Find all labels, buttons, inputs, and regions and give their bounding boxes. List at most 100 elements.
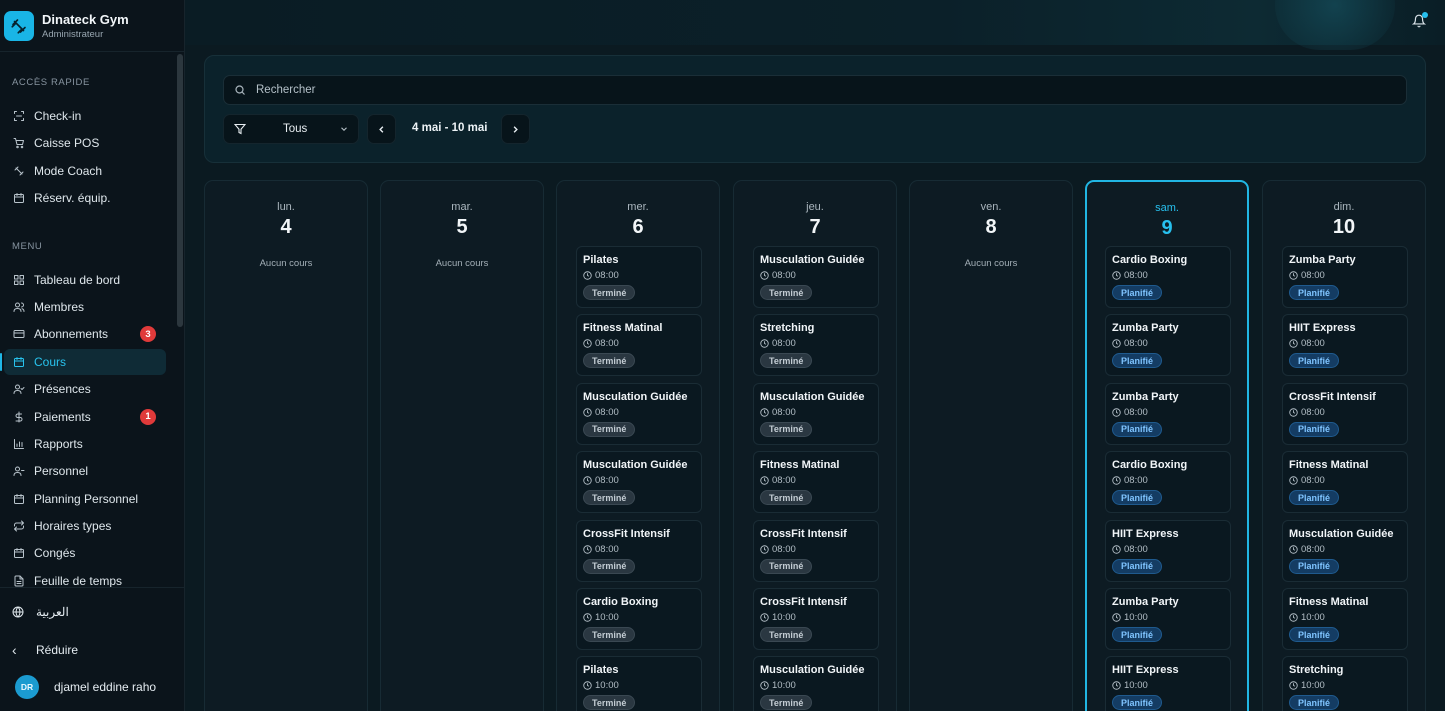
notification-dot bbox=[1422, 12, 1428, 18]
course-card[interactable]: Stretching 08:00 Terminé bbox=[753, 314, 879, 377]
search-icon bbox=[235, 85, 245, 95]
course-time: 08:00 bbox=[760, 338, 796, 349]
status-badge: Terminé bbox=[583, 353, 636, 369]
status-badge: Planifié bbox=[1289, 490, 1340, 506]
course-card[interactable]: CrossFit Intensif 08:00 Planifié bbox=[1282, 382, 1408, 445]
status-badge: Terminé bbox=[760, 490, 813, 506]
language-label: العربية bbox=[36, 605, 69, 619]
user-profile[interactable]: DR djamel eddine raho bbox=[15, 675, 156, 699]
quick-access-label: ACCÈS RAPIDE bbox=[12, 77, 90, 88]
course-card[interactable]: CrossFit Intensif 08:00 Terminé bbox=[753, 519, 879, 582]
sidebar-item-mode-coach[interactable]: Mode Coach bbox=[4, 158, 166, 184]
course-time: 08:00 bbox=[1289, 407, 1325, 418]
bar-chart-icon bbox=[12, 437, 25, 450]
clock-icon bbox=[583, 271, 595, 280]
course-card[interactable]: Cardio Boxing 08:00 Planifié bbox=[1105, 246, 1231, 308]
course-time-value: 10:00 bbox=[1124, 680, 1148, 692]
course-time-value: 08:00 bbox=[772, 475, 796, 487]
course-time: 10:00 bbox=[583, 612, 619, 623]
course-title: Fitness Matinal bbox=[583, 322, 663, 335]
sidebar-scrollbar[interactable] bbox=[177, 54, 183, 327]
course-time-value: 10:00 bbox=[772, 612, 796, 623]
course-title: Fitness Matinal bbox=[760, 459, 840, 472]
day-number: 8 bbox=[985, 216, 997, 238]
sidebar-item-abonnements[interactable]: Abonnements 3 bbox=[4, 321, 166, 347]
course-card[interactable]: Zumba Party 10:00 Planifié bbox=[1105, 588, 1231, 650]
clock-icon bbox=[583, 613, 595, 622]
course-time: 08:00 bbox=[1112, 475, 1148, 486]
language-switch[interactable]: العربية bbox=[12, 605, 69, 619]
course-card[interactable]: HIIT Express 08:00 Planifié bbox=[1105, 519, 1231, 582]
course-card[interactable]: Stretching 10:00 Planifié bbox=[1282, 656, 1408, 711]
course-card[interactable]: HIIT Express 08:00 Planifié bbox=[1282, 314, 1408, 377]
day-number: 6 bbox=[632, 216, 644, 238]
sidebar-item-conges[interactable]: Congés bbox=[4, 540, 166, 566]
sidebar-item-label: Congés bbox=[34, 546, 76, 561]
course-card[interactable]: CrossFit Intensif 10:00 Terminé bbox=[753, 588, 879, 650]
course-card[interactable]: Pilates 08:00 Terminé bbox=[576, 246, 702, 308]
sidebar-item-label: Paiements bbox=[34, 409, 91, 424]
sidebar-item-feuille-de-temps[interactable]: Feuille de temps bbox=[4, 568, 166, 587]
no-classes-text: Aucun cours bbox=[964, 258, 1018, 269]
course-card[interactable]: Cardio Boxing 08:00 Planifié bbox=[1105, 451, 1231, 514]
users-icon bbox=[12, 300, 25, 313]
sidebar-item-cours[interactable]: Cours bbox=[0, 348, 166, 375]
course-title: HIIT Express bbox=[1289, 322, 1356, 335]
course-time-value: 08:00 bbox=[1301, 475, 1325, 487]
clock-icon bbox=[1112, 339, 1124, 349]
course-card[interactable]: Musculation Guidée 08:00 Terminé bbox=[576, 451, 702, 514]
course-card[interactable]: Zumba Party 08:00 Planifié bbox=[1282, 246, 1408, 308]
collapse-button[interactable]: ‹ Réduire bbox=[12, 642, 78, 658]
sidebar-item-paiements[interactable]: Paiements 1 bbox=[4, 404, 166, 430]
course-card[interactable]: Musculation Guidée 10:00 Terminé bbox=[753, 656, 879, 711]
clock-icon bbox=[1289, 544, 1301, 554]
course-time-value: 08:00 bbox=[1124, 338, 1148, 350]
next-week-button[interactable] bbox=[501, 114, 530, 144]
course-card[interactable]: Musculation Guidée 08:00 Planifié bbox=[1282, 519, 1408, 582]
course-card[interactable]: Pilates 10:00 Terminé bbox=[576, 656, 702, 711]
course-card[interactable]: Musculation Guidée 08:00 Terminé bbox=[753, 382, 879, 445]
sidebar-item-presences[interactable]: Présences bbox=[4, 376, 166, 402]
status-badge: Planifié bbox=[1289, 558, 1340, 574]
status-badge: Planifié bbox=[1112, 490, 1163, 506]
course-card[interactable]: HIIT Express 10:00 Planifié bbox=[1105, 656, 1231, 711]
sidebar-item-caisse-pos[interactable]: Caisse POS bbox=[4, 130, 166, 156]
course-card[interactable]: Zumba Party 08:00 Planifié bbox=[1105, 314, 1231, 377]
sidebar-item-tableau-de-bord[interactable]: Tableau de bord bbox=[4, 267, 166, 293]
course-title: Musculation Guidée bbox=[583, 459, 688, 472]
course-card[interactable]: Fitness Matinal 10:00 Planifié bbox=[1282, 588, 1408, 650]
course-time-value: 10:00 bbox=[1124, 612, 1148, 623]
status-badge: Planifié bbox=[1112, 627, 1163, 642]
search-input[interactable]: Rechercher bbox=[223, 75, 1407, 105]
status-badge: Planifié bbox=[1112, 558, 1163, 574]
course-card[interactable]: CrossFit Intensif 08:00 Terminé bbox=[576, 519, 702, 582]
course-title: Fitness Matinal bbox=[1289, 596, 1369, 608]
sidebar-item-membres[interactable]: Membres bbox=[4, 294, 166, 320]
sidebar-item-reserv-equip[interactable]: Réserv. équip. bbox=[4, 185, 166, 211]
course-time: 08:00 bbox=[760, 544, 796, 555]
clock-icon bbox=[1112, 613, 1124, 622]
clock-icon bbox=[583, 544, 595, 554]
course-title: Stretching bbox=[760, 322, 815, 335]
course-time: 08:00 bbox=[1112, 338, 1148, 349]
course-card[interactable]: Fitness Matinal 08:00 Terminé bbox=[576, 314, 702, 377]
day-number: 4 bbox=[280, 216, 292, 238]
sidebar-item-planning-personnel[interactable]: Planning Personnel bbox=[4, 486, 166, 512]
status-badge: Terminé bbox=[583, 558, 636, 574]
day-name: lun. bbox=[277, 201, 295, 213]
brand-header[interactable]: Dinateck Gym Administrateur bbox=[0, 0, 184, 52]
count-badge: 3 bbox=[140, 326, 156, 343]
sidebar-item-rapports[interactable]: Rapports bbox=[4, 431, 166, 457]
course-card[interactable]: Cardio Boxing 10:00 Terminé bbox=[576, 588, 702, 650]
previous-week-button[interactable] bbox=[367, 114, 396, 144]
course-card[interactable]: Musculation Guidée 08:00 Terminé bbox=[753, 246, 879, 308]
course-card[interactable]: Fitness Matinal 08:00 Planifié bbox=[1282, 451, 1408, 514]
course-card[interactable]: Zumba Party 08:00 Planifié bbox=[1105, 382, 1231, 445]
sidebar-item-personnel[interactable]: Personnel bbox=[4, 458, 166, 484]
sidebar-item-horaires-types[interactable]: Horaires types bbox=[4, 513, 166, 539]
status-filter-select[interactable]: Tous bbox=[223, 114, 359, 144]
course-card[interactable]: Musculation Guidée 08:00 Terminé bbox=[576, 382, 702, 445]
sidebar-item-check-in[interactable]: Check-in bbox=[4, 103, 166, 129]
course-card[interactable]: Fitness Matinal 08:00 Terminé bbox=[753, 451, 879, 514]
calendar-icon bbox=[12, 547, 25, 560]
